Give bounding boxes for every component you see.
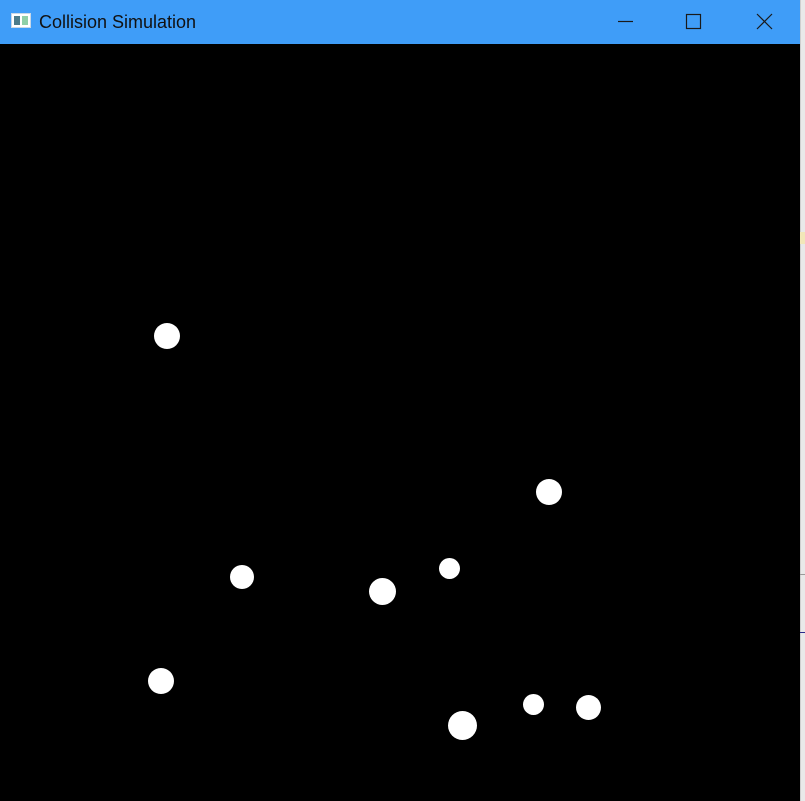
maximize-icon: [685, 13, 702, 30]
app-icon: [11, 13, 31, 28]
ball: [523, 694, 544, 715]
background-edge-mark: [800, 574, 805, 575]
close-button[interactable]: [741, 0, 787, 44]
window-title: Collision Simulation: [39, 12, 197, 32]
title-bar[interactable]: Collision Simulation: [0, 0, 800, 44]
ball: [369, 578, 396, 605]
simulation-canvas[interactable]: [0, 44, 800, 801]
background-edge-mark: [800, 632, 805, 633]
minimize-button[interactable]: [602, 0, 648, 44]
ball: [448, 711, 477, 740]
maximize-button[interactable]: [670, 0, 716, 44]
ball: [230, 565, 254, 589]
minimize-icon: [618, 20, 633, 23]
app-window: Collision Simulation: [0, 0, 800, 801]
ball: [439, 558, 460, 579]
background-edge-mark: [800, 232, 805, 244]
background-window-edge: [800, 0, 805, 801]
ball: [148, 668, 174, 694]
ball: [154, 323, 180, 349]
close-icon: [756, 13, 773, 30]
ball: [576, 695, 601, 720]
ball: [536, 479, 562, 505]
